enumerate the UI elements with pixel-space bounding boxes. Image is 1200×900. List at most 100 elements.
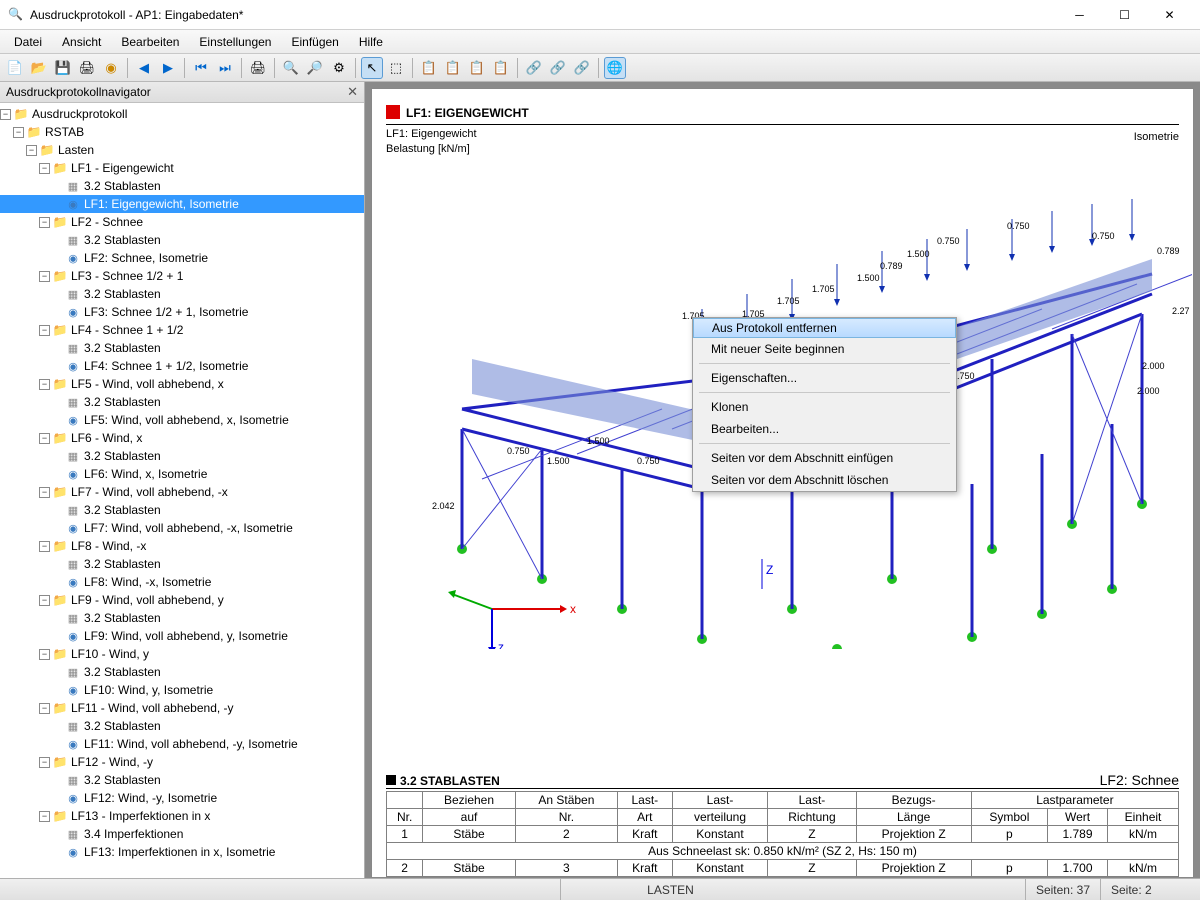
tree-lf13-stab[interactable]: ▦3.4 Imperfektionen	[0, 825, 364, 843]
ctx-item-0[interactable]: Aus Protokoll entfernen	[693, 318, 956, 338]
minimize-button[interactable]: ─	[1057, 0, 1102, 30]
tree-lf7-stab[interactable]: ▦3.2 Stablasten	[0, 501, 364, 519]
select-button[interactable]: ⬚	[385, 57, 407, 79]
tree-lf4-stab[interactable]: ▦3.2 Stablasten	[0, 339, 364, 357]
link2-button[interactable]: 🔗	[547, 57, 569, 79]
tree-lf2[interactable]: −📁LF2 - Schnee	[0, 213, 364, 231]
svg-text:0.789: 0.789	[1157, 246, 1180, 256]
refresh-button[interactable]: ◉	[100, 57, 122, 79]
tree-lf5[interactable]: −📁LF5 - Wind, voll abhebend, x	[0, 375, 364, 393]
tree-lf4[interactable]: −📁LF4 - Schnee 1 + 1/2	[0, 321, 364, 339]
svg-text:0.750: 0.750	[1007, 221, 1030, 231]
last-button[interactable]: ⏭	[214, 57, 236, 79]
tree-lf6[interactable]: −📁LF6 - Wind, x	[0, 429, 364, 447]
new-button[interactable]: 📄	[4, 57, 26, 79]
tree-lf8-stab[interactable]: ▦3.2 Stablasten	[0, 555, 364, 573]
tree-lf7[interactable]: −📁LF7 - Wind, voll abhebend, -x	[0, 483, 364, 501]
tree-lf10-stab[interactable]: ▦3.2 Stablasten	[0, 663, 364, 681]
svg-text:z: z	[498, 640, 504, 649]
print-button[interactable]: 🖨	[76, 57, 98, 79]
save-button[interactable]: 💾	[52, 57, 74, 79]
tree-lf13[interactable]: −📁LF13 - Imperfektionen in x	[0, 807, 364, 825]
tree-lf12[interactable]: −📁LF12 - Wind, -y	[0, 753, 364, 771]
svg-text:1.500: 1.500	[857, 273, 880, 283]
prev-button[interactable]: ◀	[133, 57, 155, 79]
tree-lf9[interactable]: −📁LF9 - Wind, voll abhebend, y	[0, 591, 364, 609]
next-button[interactable]: ▶	[157, 57, 179, 79]
zoom-in-button[interactable]: 🔍	[280, 57, 302, 79]
tree-lf11-iso[interactable]: ◉LF11: Wind, voll abhebend, -y, Isometri…	[0, 735, 364, 753]
ctx-item-2[interactable]: Eigenschaften...	[693, 367, 956, 389]
cursor-button[interactable]: ↖	[361, 57, 383, 79]
tree-lf3[interactable]: −📁LF3 - Schnee 1/2 + 1	[0, 267, 364, 285]
doc3-button[interactable]: 📋	[466, 57, 488, 79]
tree-lf7-iso[interactable]: ◉LF7: Wind, voll abhebend, -x, Isometrie	[0, 519, 364, 537]
doc1-button[interactable]: 📋	[418, 57, 440, 79]
ctx-item-6[interactable]: Seiten vor dem Abschnitt löschen	[693, 469, 956, 491]
maximize-button[interactable]: ☐	[1102, 0, 1147, 30]
tree-lf2-iso[interactable]: ◉LF2: Schnee, Isometrie	[0, 249, 364, 267]
tree-lf4-iso[interactable]: ◉LF4: Schnee 1 + 1/2, Isometrie	[0, 357, 364, 375]
page-corner: Isometrie	[1134, 131, 1179, 143]
ctx-item-5[interactable]: Seiten vor dem Abschnitt einfügen	[693, 447, 956, 469]
tree-lf2-stab[interactable]: ▦3.2 Stablasten	[0, 231, 364, 249]
tree-lf3-iso[interactable]: ◉LF3: Schnee 1/2 + 1, Isometrie	[0, 303, 364, 321]
tree-lf11[interactable]: −📁LF11 - Wind, voll abhebend, -y	[0, 699, 364, 717]
tree-lf8[interactable]: −📁LF8 - Wind, -x	[0, 537, 364, 555]
menu-einfügen[interactable]: Einfügen	[281, 32, 348, 52]
tree-lf10[interactable]: −📁LF10 - Wind, y	[0, 645, 364, 663]
tree-lf8-iso[interactable]: ◉LF8: Wind, -x, Isometrie	[0, 573, 364, 591]
svg-text:x: x	[570, 602, 576, 616]
settings-button[interactable]: ⚙	[328, 57, 350, 79]
tree-lf10-iso[interactable]: ◉LF10: Wind, y, Isometrie	[0, 681, 364, 699]
globe-button[interactable]: 🌐	[604, 57, 626, 79]
first-button[interactable]: ⏮	[190, 57, 212, 79]
tree-lf3-stab[interactable]: ▦3.2 Stablasten	[0, 285, 364, 303]
navigator-close-icon[interactable]: ✕	[347, 84, 358, 100]
open-button[interactable]: 📂	[28, 57, 50, 79]
close-button[interactable]: ✕	[1147, 0, 1192, 30]
tree-root[interactable]: −📁Ausdruckprotokoll	[0, 105, 364, 123]
tree-lf11-stab[interactable]: ▦3.2 Stablasten	[0, 717, 364, 735]
link3-button[interactable]: 🔗	[571, 57, 593, 79]
tree-lf1-stab[interactable]: ▦3.2 Stablasten	[0, 177, 364, 195]
menu-einstellungen[interactable]: Einstellungen	[189, 32, 281, 52]
tree-lf12-stab[interactable]: ▦3.2 Stablasten	[0, 771, 364, 789]
menu-ansicht[interactable]: Ansicht	[52, 32, 111, 52]
page-subtitle1: LF1: Eigengewicht	[386, 128, 1179, 140]
context-menu[interactable]: Aus Protokoll entfernenMit neuer Seite b…	[692, 317, 957, 492]
ctx-item-3[interactable]: Klonen	[693, 396, 956, 418]
link1-button[interactable]: 🔗	[523, 57, 545, 79]
doc4-button[interactable]: 📋	[490, 57, 512, 79]
tree-lf6-stab[interactable]: ▦3.2 Stablasten	[0, 447, 364, 465]
tree-lf6-iso[interactable]: ◉LF6: Wind, x, Isometrie	[0, 465, 364, 483]
menubar: DateiAnsichtBearbeitenEinstellungenEinfü…	[0, 30, 1200, 54]
menu-hilfe[interactable]: Hilfe	[349, 32, 393, 52]
zoom-out-button[interactable]: 🔎	[304, 57, 326, 79]
tree-lasten[interactable]: −📁Lasten	[0, 141, 364, 159]
ctx-item-1[interactable]: Mit neuer Seite beginnen	[693, 338, 956, 360]
doc2-button[interactable]: 📋	[442, 57, 464, 79]
svg-text:1.705: 1.705	[777, 296, 800, 306]
page-title: LF1: EIGENGEWICHT	[386, 101, 1179, 125]
print2-button[interactable]: 🖨	[247, 57, 269, 79]
app-icon: 🔍	[8, 7, 24, 23]
tree-lf1[interactable]: −📁LF1 - Eigengewicht	[0, 159, 364, 177]
tree-lf5-stab[interactable]: ▦3.2 Stablasten	[0, 393, 364, 411]
svg-text:1.500: 1.500	[547, 456, 570, 466]
menu-bearbeiten[interactable]: Bearbeiten	[111, 32, 189, 52]
tree-lf9-stab[interactable]: ▦3.2 Stablasten	[0, 609, 364, 627]
tree[interactable]: −📁Ausdruckprotokoll−📁RSTAB−📁Lasten−📁LF1 …	[0, 103, 364, 878]
ctx-item-4[interactable]: Bearbeiten...	[693, 418, 956, 440]
tree-lf1-iso[interactable]: ◉LF1: Eigengewicht, Isometrie	[0, 195, 364, 213]
tree-lf5-iso[interactable]: ◉LF5: Wind, voll abhebend, x, Isometrie	[0, 411, 364, 429]
svg-text:1.705: 1.705	[812, 284, 835, 294]
tree-lf12-iso[interactable]: ◉LF12: Wind, -y, Isometrie	[0, 789, 364, 807]
stablasten-table: BeziehenAn StäbenLast-Last-Last-Bezugs-L…	[386, 791, 1179, 877]
tree-lf9-iso[interactable]: ◉LF9: Wind, voll abhebend, y, Isometrie	[0, 627, 364, 645]
menu-datei[interactable]: Datei	[4, 32, 52, 52]
navigator-title: Ausdruckprotokollnavigator	[6, 85, 151, 99]
tree-rstab[interactable]: −📁RSTAB	[0, 123, 364, 141]
tree-lf13-iso[interactable]: ◉LF13: Imperfektionen in x, Isometrie	[0, 843, 364, 861]
svg-text:2.000: 2.000	[1142, 361, 1165, 371]
